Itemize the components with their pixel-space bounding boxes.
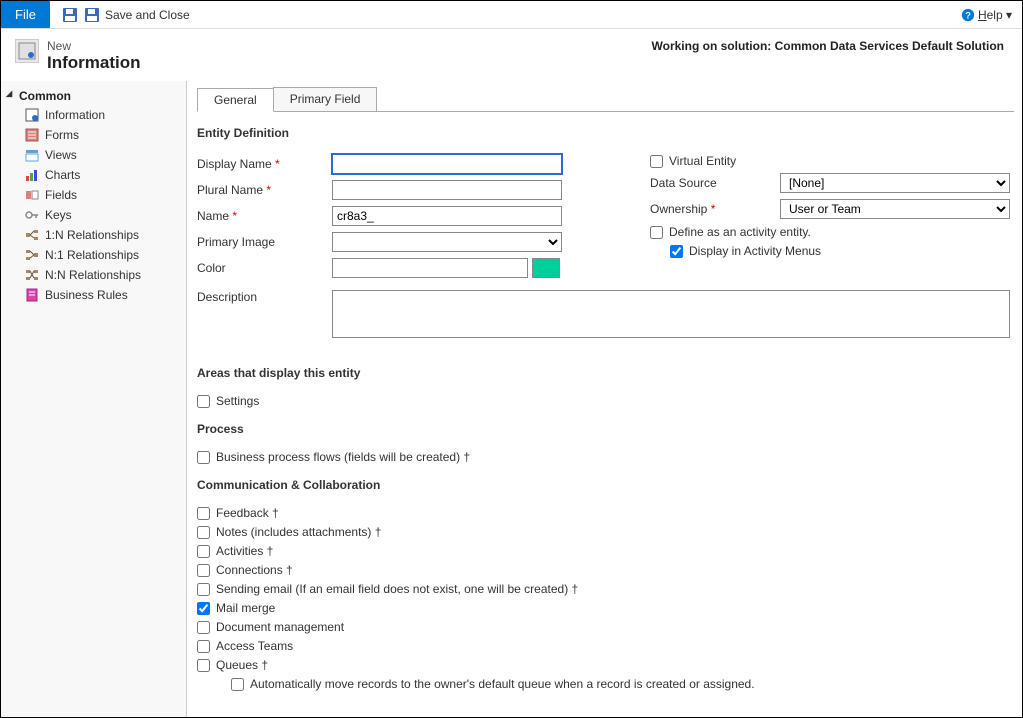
sidebar-item-fields[interactable]: Fields bbox=[1, 185, 186, 205]
section-comm: Communication & Collaboration bbox=[197, 478, 1010, 492]
sidebar: Common Information Forms Views Charts Fi… bbox=[1, 81, 187, 717]
form-scroll-area[interactable]: Entity Definition Display Name Plural Na… bbox=[197, 112, 1014, 717]
sidebar-item-label: Business Rules bbox=[45, 288, 128, 302]
bpf-label: Business process flows (fields will be c… bbox=[216, 450, 470, 464]
notes-checkbox[interactable] bbox=[197, 526, 210, 539]
tab-general[interactable]: General bbox=[197, 88, 274, 112]
display-activity-menus-label: Display in Activity Menus bbox=[689, 244, 821, 258]
display-activity-menus-checkbox[interactable] bbox=[670, 245, 683, 258]
sidebar-item-label: N:N Relationships bbox=[45, 268, 141, 282]
help-link[interactable]: ? Help ▾ bbox=[961, 8, 1012, 22]
plural-name-input[interactable] bbox=[332, 180, 562, 200]
sidebar-item-label: N:1 Relationships bbox=[45, 248, 139, 262]
save-and-close-label: Save and Close bbox=[105, 8, 190, 22]
sidebar-item-n1-rel[interactable]: N:1 Relationships bbox=[1, 245, 186, 265]
color-input[interactable] bbox=[332, 258, 528, 278]
doc-mgmt-label: Document management bbox=[216, 620, 344, 634]
display-name-label: Display Name bbox=[197, 157, 332, 171]
sidebar-item-label: Views bbox=[45, 148, 77, 162]
notes-label: Notes (includes attachments) † bbox=[216, 525, 381, 539]
primary-image-label: Primary Image bbox=[197, 235, 332, 249]
activities-checkbox[interactable] bbox=[197, 545, 210, 558]
form-icon bbox=[25, 128, 39, 142]
sidebar-item-label: Forms bbox=[45, 128, 79, 142]
feedback-label: Feedback † bbox=[216, 506, 279, 520]
field-icon bbox=[25, 188, 39, 202]
tab-primary-field[interactable]: Primary Field bbox=[273, 87, 378, 111]
working-on-solution: Working on solution: Common Data Service… bbox=[652, 39, 1004, 53]
save-icon[interactable] bbox=[62, 7, 78, 23]
mail-merge-checkbox[interactable] bbox=[197, 602, 210, 615]
breadcrumb: New bbox=[47, 39, 141, 53]
sidebar-item-information[interactable]: Information bbox=[1, 105, 186, 125]
ownership-select[interactable]: User or Team bbox=[780, 199, 1010, 219]
color-label: Color bbox=[197, 261, 332, 275]
chart-icon bbox=[25, 168, 39, 182]
sidebar-item-nn-rel[interactable]: N:N Relationships bbox=[1, 265, 186, 285]
sidebar-item-charts[interactable]: Charts bbox=[1, 165, 186, 185]
relationship-icon bbox=[25, 228, 39, 242]
rule-icon bbox=[25, 288, 39, 302]
sidebar-item-label: Information bbox=[45, 108, 105, 122]
area-settings-label: Settings bbox=[216, 394, 259, 408]
key-icon bbox=[25, 208, 39, 222]
area-settings-checkbox[interactable] bbox=[197, 395, 210, 408]
ownership-label: Ownership bbox=[650, 202, 780, 216]
bpf-checkbox[interactable] bbox=[197, 451, 210, 464]
relationship-icon bbox=[25, 268, 39, 282]
section-areas: Areas that display this entity bbox=[197, 366, 1010, 380]
view-icon bbox=[25, 148, 39, 162]
define-activity-label: Define as an activity entity. bbox=[669, 225, 811, 239]
virtual-entity-label: Virtual Entity bbox=[669, 154, 736, 168]
queues-label: Queues † bbox=[216, 658, 268, 672]
sidebar-item-label: 1:N Relationships bbox=[45, 228, 139, 242]
define-activity-checkbox[interactable] bbox=[650, 226, 663, 239]
sending-email-checkbox[interactable] bbox=[197, 583, 210, 596]
entity-icon bbox=[15, 39, 39, 63]
mail-merge-label: Mail merge bbox=[216, 601, 275, 615]
relationship-icon bbox=[25, 248, 39, 262]
connections-checkbox[interactable] bbox=[197, 564, 210, 577]
access-teams-label: Access Teams bbox=[216, 639, 293, 653]
sidebar-item-1n-rel[interactable]: 1:N Relationships bbox=[1, 225, 186, 245]
sidebar-item-views[interactable]: Views bbox=[1, 145, 186, 165]
queues-checkbox[interactable] bbox=[197, 659, 210, 672]
doc-mgmt-checkbox[interactable] bbox=[197, 621, 210, 634]
name-input[interactable] bbox=[332, 206, 562, 226]
svg-text:?: ? bbox=[965, 10, 971, 21]
sidebar-item-keys[interactable]: Keys bbox=[1, 205, 186, 225]
sidebar-item-label: Charts bbox=[45, 168, 80, 182]
section-process: Process bbox=[197, 422, 1010, 436]
sidebar-item-business-rules[interactable]: Business Rules bbox=[1, 285, 186, 305]
activities-label: Activities † bbox=[216, 544, 273, 558]
connections-label: Connections † bbox=[216, 563, 293, 577]
data-source-select[interactable]: [None] bbox=[780, 173, 1010, 193]
data-source-label: Data Source bbox=[650, 176, 780, 190]
section-entity-definition: Entity Definition bbox=[197, 126, 1010, 140]
sidebar-item-label: Fields bbox=[45, 188, 77, 202]
color-swatch[interactable] bbox=[532, 258, 560, 278]
description-textarea[interactable] bbox=[332, 290, 1010, 338]
auto-queue-label: Automatically move records to the owner'… bbox=[250, 677, 755, 691]
sidebar-item-label: Keys bbox=[45, 208, 72, 222]
description-label: Description bbox=[197, 290, 332, 304]
info-icon bbox=[25, 108, 39, 122]
sending-email-label: Sending email (If an email field does no… bbox=[216, 582, 578, 596]
save-and-close-button[interactable]: Save and Close bbox=[84, 7, 190, 23]
sidebar-item-forms[interactable]: Forms bbox=[1, 125, 186, 145]
access-teams-checkbox[interactable] bbox=[197, 640, 210, 653]
sidebar-group-common[interactable]: Common bbox=[1, 87, 186, 105]
page-title: Information bbox=[47, 53, 141, 73]
file-button[interactable]: File bbox=[1, 1, 50, 28]
display-name-input[interactable] bbox=[332, 154, 562, 174]
feedback-checkbox[interactable] bbox=[197, 507, 210, 520]
auto-queue-checkbox[interactable] bbox=[231, 678, 244, 691]
plural-name-label: Plural Name bbox=[197, 183, 332, 197]
name-label: Name bbox=[197, 209, 332, 223]
virtual-entity-checkbox[interactable] bbox=[650, 155, 663, 168]
primary-image-select[interactable] bbox=[332, 232, 562, 252]
